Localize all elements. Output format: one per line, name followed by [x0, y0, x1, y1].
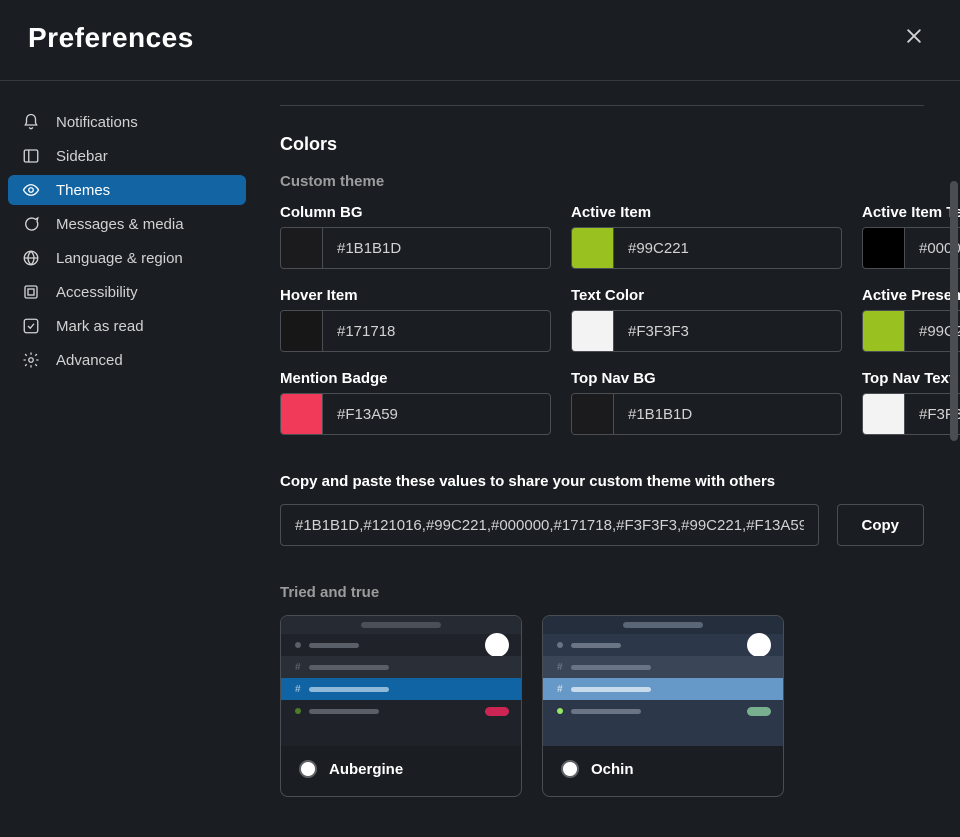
theme-name-label: Aubergine [329, 761, 403, 778]
color-swatch[interactable] [281, 311, 323, 351]
color-label: Top Nav BG [571, 370, 842, 387]
check-icon [22, 317, 40, 335]
color-field-mention-badge: Mention Badge [280, 370, 551, 435]
theme-radio[interactable] [561, 760, 579, 778]
sidebar-item-label: Messages & media [56, 216, 184, 233]
chat-icon [22, 215, 40, 233]
color-input[interactable] [323, 311, 550, 351]
theme-preview: # # [543, 616, 783, 746]
colors-heading: Colors [280, 134, 924, 155]
tried-and-true-heading: Tried and true [280, 584, 924, 601]
sidebar: Notifications Sidebar Themes Messages & … [0, 81, 254, 833]
sidebar-item-themes[interactable]: Themes [8, 175, 246, 205]
color-label: Mention Badge [280, 370, 551, 387]
color-field-text-color: Text Color [571, 287, 842, 352]
theme-radio[interactable] [299, 760, 317, 778]
sidebar-item-mark-as-read[interactable]: Mark as read [8, 311, 246, 341]
color-input[interactable] [614, 394, 841, 434]
color-field-top-nav-bg: Top Nav BG [571, 370, 842, 435]
main-panel: Colors Custom theme Column BG Active Ite… [254, 81, 960, 833]
custom-theme-label: Custom theme [280, 173, 924, 190]
color-swatch[interactable] [863, 228, 905, 268]
sidebar-item-label: Accessibility [56, 284, 138, 301]
gear-icon [22, 351, 40, 369]
color-swatch[interactable] [572, 394, 614, 434]
color-field-top-nav-text: Top Nav Text [862, 370, 960, 435]
theme-preview: # # [281, 616, 521, 746]
color-swatch[interactable] [572, 228, 614, 268]
color-input[interactable] [614, 228, 841, 268]
color-input[interactable] [614, 311, 841, 351]
color-swatch[interactable] [863, 311, 905, 351]
color-swatch[interactable] [572, 311, 614, 351]
sidebar-item-label: Notifications [56, 114, 138, 131]
avatar-icon [485, 633, 509, 657]
close-icon [904, 26, 924, 51]
color-swatch[interactable] [863, 394, 905, 434]
sidebar-item-accessibility[interactable]: Accessibility [8, 277, 246, 307]
color-input[interactable] [323, 228, 550, 268]
page-title: Preferences [28, 22, 194, 54]
color-label: Active Presence [862, 287, 960, 304]
color-label: Active Item [571, 204, 842, 221]
color-label: Column BG [280, 204, 551, 221]
avatar-icon [747, 633, 771, 657]
sidebar-item-label: Advanced [56, 352, 123, 369]
sidebar-item-advanced[interactable]: Advanced [8, 345, 246, 375]
eye-icon [22, 181, 40, 199]
color-swatch[interactable] [281, 394, 323, 434]
sidebar-item-label: Mark as read [56, 318, 144, 335]
section-divider [280, 105, 924, 106]
share-instructions: Copy and paste these values to share you… [280, 473, 924, 490]
color-input[interactable] [323, 394, 550, 434]
close-button[interactable] [896, 20, 932, 56]
share-values-input[interactable] [280, 504, 819, 546]
copy-button[interactable]: Copy [837, 504, 925, 546]
sidebar-icon [22, 147, 40, 165]
theme-card-aubergine[interactable]: # # Aubergine [280, 615, 522, 797]
globe-icon [22, 249, 40, 267]
color-label: Top Nav Text [862, 370, 960, 387]
sidebar-item-label: Language & region [56, 250, 183, 267]
sidebar-item-label: Themes [56, 182, 110, 199]
color-field-active-presence: Active Presence [862, 287, 960, 352]
bell-icon [22, 113, 40, 131]
color-field-active-item: Active Item [571, 204, 842, 269]
sidebar-item-sidebar[interactable]: Sidebar [8, 141, 246, 171]
accessibility-icon [22, 283, 40, 301]
theme-card-ochin[interactable]: # # Ochin [542, 615, 784, 797]
color-field-hover-item: Hover Item [280, 287, 551, 352]
color-field-column-bg: Column BG [280, 204, 551, 269]
color-label: Hover Item [280, 287, 551, 304]
sidebar-item-messages-media[interactable]: Messages & media [8, 209, 246, 239]
color-field-active-item-text: Active Item Text [862, 204, 960, 269]
scrollbar-thumb[interactable] [950, 181, 958, 441]
color-swatch[interactable] [281, 228, 323, 268]
theme-name-label: Ochin [591, 761, 634, 778]
sidebar-item-notifications[interactable]: Notifications [8, 107, 246, 137]
color-label: Text Color [571, 287, 842, 304]
sidebar-item-language-region[interactable]: Language & region [8, 243, 246, 273]
color-label: Active Item Text [862, 204, 960, 221]
sidebar-item-label: Sidebar [56, 148, 108, 165]
